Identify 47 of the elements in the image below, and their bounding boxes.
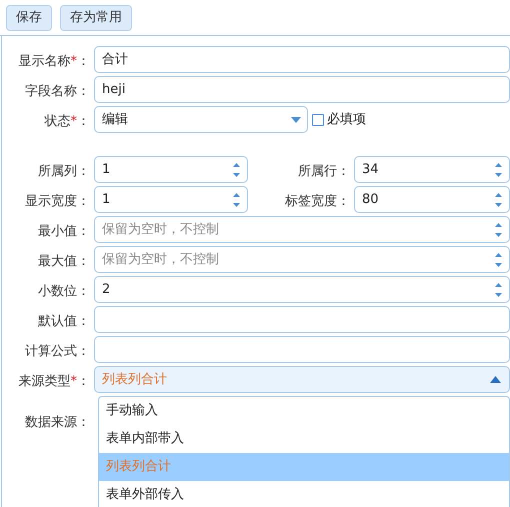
spinner-icon[interactable]: [494, 250, 503, 268]
field-label: 状态: [44, 114, 70, 128]
field-label: 标签宽度：: [285, 194, 350, 208]
field-label: 所属列：: [38, 164, 90, 178]
label-colon: ：: [77, 374, 90, 388]
field-label: 显示宽度：: [25, 194, 90, 208]
select-field[interactable]: 编辑: [94, 106, 308, 133]
required-mark: *: [70, 114, 77, 128]
input-field[interactable]: 2: [94, 276, 510, 303]
spinner-icon[interactable]: [494, 220, 503, 238]
input-field[interactable]: 合计: [94, 46, 510, 73]
input-field[interactable]: [94, 336, 510, 363]
spinner-icon[interactable]: [232, 190, 241, 208]
label-colon: ：: [77, 54, 90, 68]
spinner-icon[interactable]: [494, 280, 503, 298]
label-colon: ：: [77, 114, 90, 128]
spinner-icon[interactable]: [494, 160, 503, 178]
spinner-icon[interactable]: [494, 190, 503, 208]
field-label: 显示名称: [18, 54, 70, 68]
field-label: 默认值：: [38, 314, 90, 328]
field-label: 最大值：: [38, 254, 90, 268]
required-mark: *: [70, 54, 77, 68]
spinner-icon[interactable]: [232, 160, 241, 178]
field-label: 字段名称：: [25, 84, 90, 98]
checkbox-label: 必填项: [327, 110, 366, 129]
input-field[interactable]: 保留为空时，不控制: [94, 246, 510, 273]
dropdown-option[interactable]: 表单外部传入: [99, 481, 509, 507]
toolbar-button[interactable]: 存为常用: [60, 4, 132, 30]
toolbar-button[interactable]: 保存: [6, 4, 52, 30]
required-mark: *: [70, 374, 77, 388]
field-label: 数据来源：: [25, 415, 90, 430]
dropdown-option[interactable]: 表单内部带入: [99, 425, 509, 453]
field-label: 计算公式：: [25, 344, 90, 358]
input-field[interactable]: 34: [354, 156, 510, 183]
field-label: 来源类型: [18, 374, 70, 388]
input-field[interactable]: [94, 306, 510, 333]
field-label: 最小值：: [38, 224, 90, 238]
input-field[interactable]: 保留为空时，不控制: [94, 216, 510, 243]
input-field[interactable]: heji: [94, 76, 510, 103]
dropdown-option[interactable]: 手动输入: [99, 397, 509, 425]
input-field[interactable]: 1: [94, 156, 248, 183]
field-label: 小数位：: [38, 284, 90, 298]
field-label: 所属行：: [298, 164, 350, 178]
caret-icon: [291, 116, 301, 122]
input-field[interactable]: 80: [354, 186, 510, 213]
checkbox[interactable]: [312, 114, 324, 126]
input-field[interactable]: 1: [94, 186, 248, 213]
